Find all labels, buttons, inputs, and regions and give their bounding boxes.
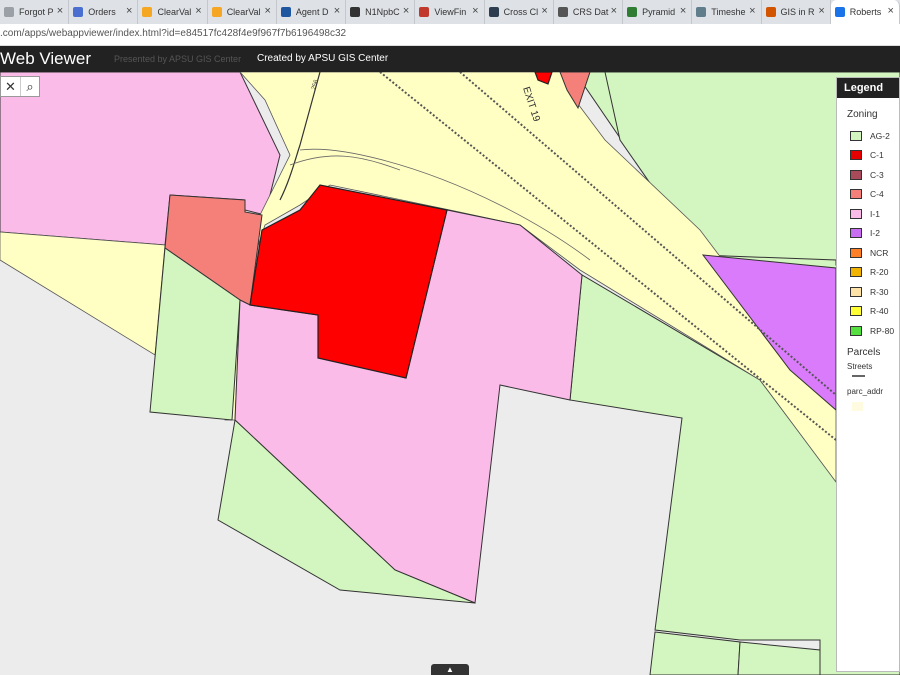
tab-favicon-icon [834, 7, 845, 17]
legend-item: C-1 [837, 146, 899, 166]
legend-parc-addr-swatch [852, 401, 863, 411]
legend-parc-addr-label: parc_addr [847, 386, 884, 396]
search-widget[interactable]: ✕ ⌕ [0, 76, 40, 97]
legend-swatch [850, 169, 862, 180]
legend-swatch [850, 247, 862, 258]
legend-swatch [850, 306, 862, 317]
legend-item: C-4 [837, 185, 899, 205]
tab-favicon-icon [211, 7, 222, 17]
tab-close-icon[interactable]: × [541, 5, 547, 17]
tab-favicon-icon [557, 7, 568, 17]
address-bar[interactable]: .com/apps/webappviewer/index.html?id=e84… [0, 24, 900, 46]
legend-item: I-2 [837, 224, 899, 244]
browser-tab[interactable]: N1NpbC × [346, 0, 416, 24]
legend-item-label: R-30 [870, 286, 889, 297]
browser-tab[interactable]: ClearVal × [138, 0, 208, 24]
legend-swatch [850, 130, 862, 141]
legend-title: Legend [837, 78, 899, 98]
tab-close-icon[interactable]: × [472, 5, 478, 17]
close-icon[interactable]: ✕ [1, 77, 20, 96]
legend-item-label: R-20 [870, 267, 889, 278]
legend-swatch [850, 267, 862, 278]
tab-close-icon[interactable]: × [264, 5, 270, 17]
tab-favicon-icon [765, 7, 776, 17]
legend-swatch [850, 286, 862, 297]
map-canvas[interactable]: EXIT 19 256 [0, 72, 900, 675]
expand-panel-button[interactable]: ▲ [431, 664, 469, 675]
tab-favicon-icon [419, 7, 430, 17]
browser-tab[interactable]: Timeshe × [692, 0, 762, 24]
browser-tab[interactable]: ViewFin × [415, 0, 485, 24]
app-title: Web Viewer [0, 49, 92, 68]
legend-item: NCR [837, 243, 899, 263]
tab-close-icon[interactable]: × [334, 5, 340, 17]
legend-item-label: C-1 [870, 150, 884, 161]
legend-item: R-40 [837, 302, 899, 322]
legend-zoning-list: AG-2 C-1 C-3 C-4 I-1 I-2 NCR R-20 R-30 R-40 RP-80 [837, 126, 899, 341]
app-header: Web Viewer Presented by APSU GIS Center … [0, 46, 900, 72]
browser-tab[interactable]: ClearVal × [208, 0, 277, 24]
legend-item-label: C-4 [870, 189, 884, 200]
tab-close-icon[interactable]: × [749, 5, 755, 17]
legend-zoning-heading: Zoning [847, 109, 878, 120]
tab-close-icon[interactable]: × [403, 5, 409, 17]
legend-panel: Legend Zoning AG-2 C-1 C-3 C-4 I-1 I-2 NCR R-20… [836, 77, 900, 672]
tab-close-icon[interactable]: × [680, 5, 686, 17]
tab-close-icon[interactable]: × [888, 5, 894, 17]
tab-favicon-icon [696, 7, 707, 17]
browser-tab[interactable]: Orders × [69, 0, 139, 24]
browser-tab[interactable]: Cross Cl × [485, 0, 554, 24]
legend-streets-label: Streets [847, 361, 873, 371]
legend-swatch [850, 228, 862, 239]
legend-swatch [850, 325, 862, 336]
legend-item: I-1 [837, 204, 899, 224]
legend-item: RP-80 [837, 321, 899, 341]
tab-favicon-icon [488, 7, 499, 17]
tab-favicon-icon [142, 7, 153, 17]
browser-tab[interactable]: GIS in R × [762, 0, 831, 24]
legend-streets-swatch [852, 374, 865, 377]
legend-item-label: RP-80 [870, 325, 895, 336]
browser-tab[interactable]: Pyramid × [623, 0, 693, 24]
browser-tab[interactable]: Forgot P × [0, 0, 70, 24]
legend-item: AG-2 [837, 126, 899, 146]
tab-close-icon[interactable]: × [57, 5, 63, 17]
created-by-text: Created by APSU GIS Center [257, 53, 389, 64]
tab-favicon-icon [627, 7, 638, 17]
tab-close-icon[interactable]: × [611, 5, 617, 17]
legend-swatch [850, 189, 862, 200]
tab-favicon-icon [4, 7, 14, 17]
browser-tab[interactable]: CRS Dat × [554, 0, 624, 24]
legend-swatch [850, 150, 862, 161]
legend-parcels-heading: Parcels [847, 346, 881, 358]
tab-close-icon[interactable]: × [818, 5, 824, 17]
search-icon[interactable]: ⌕ [20, 77, 39, 96]
tab-close-icon[interactable]: × [195, 5, 201, 17]
zoning-map[interactable]: EXIT 19 256 [0, 72, 900, 675]
tab-favicon-icon [73, 7, 84, 17]
legend-item: R-30 [837, 282, 899, 302]
tab-favicon-icon [280, 7, 291, 17]
legend-item-label: AG-2 [870, 130, 890, 141]
browser-tab[interactable]: Roberts × [830, 0, 900, 24]
legend-item-label: I-1 [870, 208, 880, 219]
tab-close-icon[interactable]: × [126, 5, 132, 17]
browser-tab-bar: Forgot P × Orders × ClearVal × ClearVal × Agent … [0, 0, 900, 24]
legend-item: R-20 [837, 263, 899, 283]
url-text[interactable]: .com/apps/webappviewer/index.html?id=e84… [0, 28, 346, 39]
tab-favicon-icon [350, 7, 361, 17]
legend-item-label: NCR [870, 247, 889, 258]
presented-by-text: Presented by APSU GIS Center [114, 54, 242, 64]
legend-item-label: C-3 [870, 169, 884, 180]
legend-swatch [850, 208, 862, 219]
browser-tab[interactable]: Agent D × [277, 0, 347, 24]
legend-item-label: I-2 [870, 228, 880, 239]
legend-item-label: R-40 [870, 306, 889, 317]
legend-item: C-3 [837, 165, 899, 185]
